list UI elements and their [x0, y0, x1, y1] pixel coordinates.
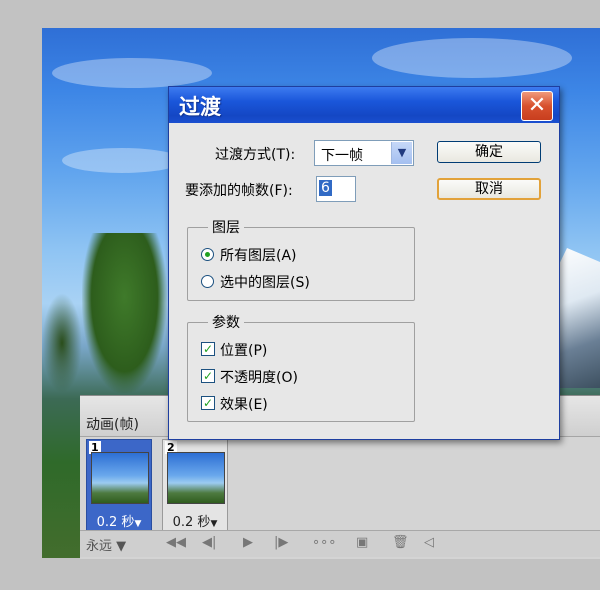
- frame-delay[interactable]: 0.2 秒▼: [87, 511, 151, 530]
- effects-label[interactable]: 效果(E): [220, 394, 268, 414]
- delay-dropdown-icon[interactable]: ▼: [210, 519, 217, 529]
- tween-with-label: 过渡方式(T):: [215, 147, 296, 163]
- parameters-group: 参数 ✓ 位置(P) ✓ 不透明度(O) ✓ 效果(E): [187, 312, 415, 422]
- dialog-titlebar[interactable]: 过渡 ✕: [169, 87, 559, 123]
- loop-value: 永远: [86, 539, 113, 554]
- opacity-label[interactable]: 不透明度(O): [220, 367, 298, 387]
- next-frame-icon[interactable]: |▶: [274, 535, 288, 550]
- parameters-group-title: 参数: [208, 312, 244, 332]
- frames-to-add-input[interactable]: 6: [316, 176, 356, 202]
- frame-1[interactable]: 1 0.2 秒▼: [86, 439, 152, 533]
- frame-delay-value: 0.2 秒: [172, 515, 211, 530]
- tween-with-value: 下一帧: [321, 148, 363, 164]
- scroll-left-icon[interactable]: ◁: [424, 535, 434, 550]
- animation-panel-title: 动画(帧): [86, 417, 139, 433]
- frames-to-add-label: 要添加的帧数(F):: [185, 183, 293, 199]
- cancel-button[interactable]: 取消: [437, 178, 541, 200]
- position-checkbox[interactable]: ✓: [201, 342, 215, 356]
- cloud: [52, 58, 212, 88]
- frames-to-add-value: 6: [319, 180, 332, 196]
- tween-dialog: 过渡 ✕ 过渡方式(T): 下一帧 ▼ 要添加的帧数(F): 6 确定 取消 图…: [168, 86, 560, 440]
- frame-thumbnail: [167, 452, 225, 504]
- cloud: [62, 148, 182, 173]
- opacity-checkbox[interactable]: ✓: [201, 369, 215, 383]
- tree-image: [82, 233, 167, 393]
- selected-layers-label[interactable]: 选中的图层(S): [220, 272, 310, 292]
- layers-group-title: 图层: [208, 217, 244, 237]
- all-layers-label[interactable]: 所有图层(A): [220, 245, 297, 265]
- frame-delay[interactable]: 0.2 秒▼: [163, 511, 227, 530]
- ok-button[interactable]: 确定: [437, 141, 541, 163]
- prev-frame-icon[interactable]: ◀|: [202, 535, 216, 550]
- close-icon: ✕: [527, 93, 547, 118]
- position-label[interactable]: 位置(P): [220, 340, 267, 360]
- tree-image: [42, 293, 82, 393]
- all-layers-radio[interactable]: [201, 248, 214, 261]
- frames-area: 1 0.2 秒▼ 2 0.2 秒▼: [80, 437, 230, 533]
- new-frame-icon[interactable]: ▣: [356, 535, 368, 550]
- cloud: [372, 38, 572, 78]
- selected-layers-radio[interactable]: [201, 275, 214, 288]
- tween-icon[interactable]: ∘∘∘: [312, 535, 336, 550]
- close-button[interactable]: ✕: [521, 91, 553, 121]
- effects-checkbox[interactable]: ✓: [201, 396, 215, 410]
- delay-dropdown-icon[interactable]: ▼: [134, 519, 141, 529]
- tween-with-select[interactable]: 下一帧 ▼: [314, 140, 414, 166]
- dialog-title: 过渡: [179, 95, 221, 119]
- chevron-down-icon[interactable]: ▼: [391, 142, 412, 164]
- loop-select[interactable]: 永远 ▼: [86, 535, 126, 554]
- frame-2[interactable]: 2 0.2 秒▼: [162, 439, 228, 533]
- play-icon[interactable]: ▶: [243, 535, 253, 550]
- delete-frame-icon[interactable]: 🗑: [392, 535, 409, 550]
- layers-group: 图层 所有图层(A) 选中的图层(S): [187, 217, 415, 301]
- frame-thumbnail: [91, 452, 149, 504]
- animation-toolbar: 永远 ▼ ◀◀ ◀| ▶ |▶ ∘∘∘ ▣ 🗑 ◁: [80, 530, 600, 557]
- first-frame-icon[interactable]: ◀◀: [166, 535, 186, 550]
- frame-delay-value: 0.2 秒: [96, 515, 135, 530]
